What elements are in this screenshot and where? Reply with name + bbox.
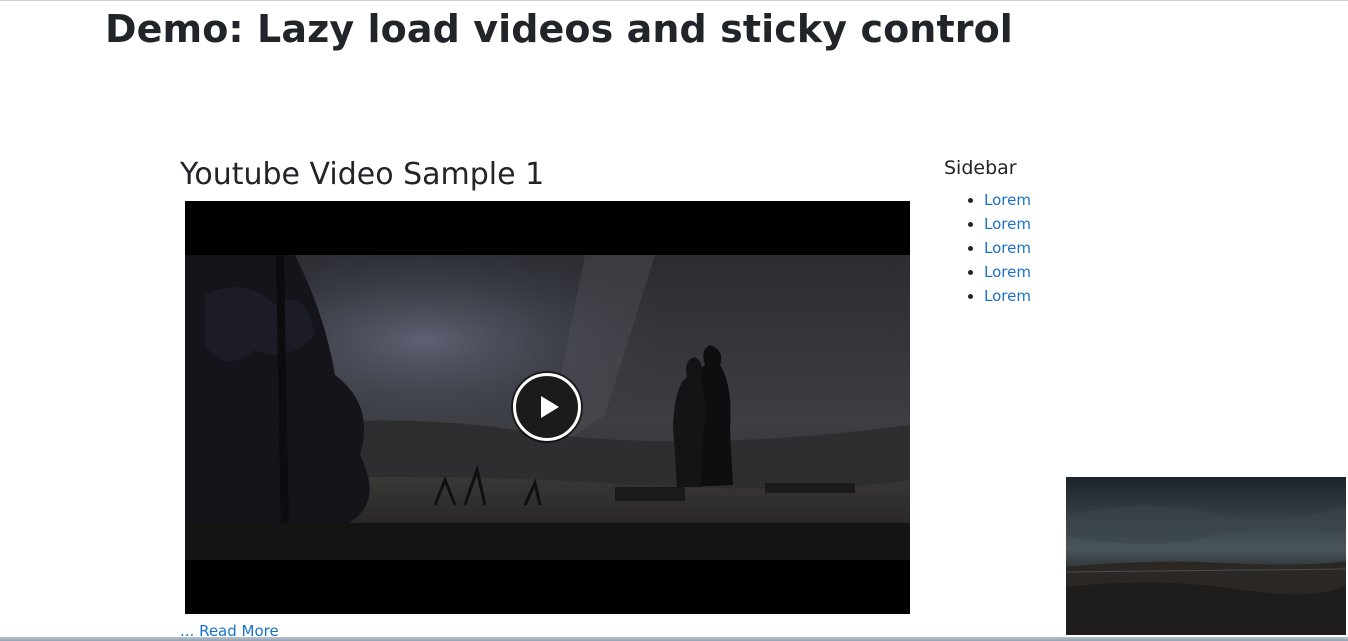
sidebar-list-item: Lorem [984,260,1144,284]
sidebar-link[interactable]: Lorem [984,191,1031,209]
sidebar-list-item: Lorem [984,236,1144,260]
taskbar [0,637,1348,641]
sticky-video-player[interactable] [1066,477,1346,635]
sidebar-list-item: Lorem [984,188,1144,212]
sidebar-link[interactable]: Lorem [984,287,1031,305]
sidebar-list-item: Lorem [984,212,1144,236]
sidebar: Sidebar Lorem Lorem Lorem Lorem Lorem [944,157,1144,308]
sidebar-title: Sidebar [944,157,1017,179]
youtube-video-player[interactable] [185,201,910,614]
article-title: Youtube Video Sample 1 [180,157,545,192]
sidebar-link[interactable]: Lorem [984,263,1031,281]
play-icon [541,396,559,418]
sidebar-list: Lorem Lorem Lorem Lorem Lorem [944,188,1144,308]
sidebar-link[interactable]: Lorem [984,239,1031,257]
page-title: Demo: Lazy load videos and sticky contro… [105,7,1013,51]
sidebar-link[interactable]: Lorem [984,215,1031,233]
page: Demo: Lazy load videos and sticky contro… [0,0,1348,641]
sidebar-list-item: Lorem [984,284,1144,308]
sticky-video-frame [1066,477,1346,635]
play-button[interactable] [513,373,581,441]
